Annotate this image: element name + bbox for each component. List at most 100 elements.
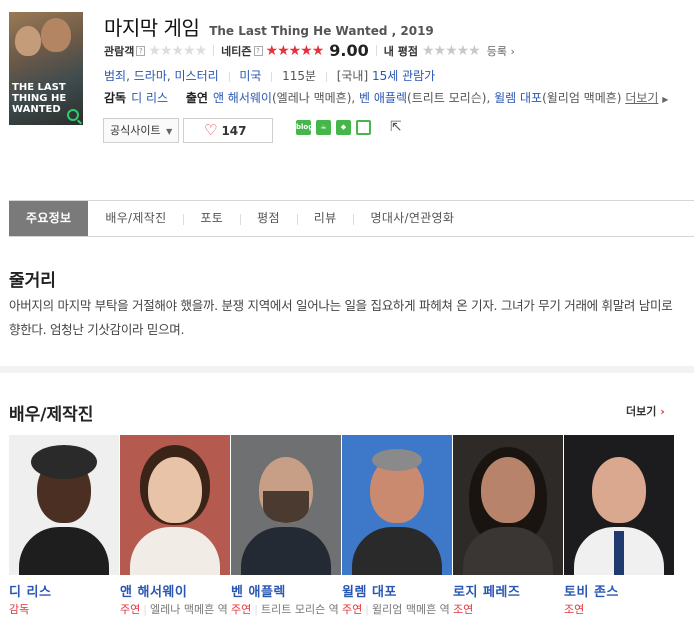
me-share-icon[interactable] — [356, 120, 371, 135]
person-beard — [263, 491, 309, 523]
netizen-rating-label: 네티즌 — [221, 44, 252, 58]
cast-link[interactable]: 앤 해서웨이 — [213, 91, 272, 105]
poster-figure — [15, 26, 41, 56]
person-name[interactable]: 디 리스 — [9, 581, 119, 600]
credits-more-label: 더보기 — [625, 91, 659, 105]
tab-reviews[interactable]: 리뷰 — [296, 201, 354, 236]
tab-main-info[interactable]: 주요정보 — [9, 201, 89, 236]
cast-more-label: 더보기 — [626, 405, 657, 418]
cast-more-link[interactable]: 더보기 › — [626, 403, 665, 419]
zoom-search-icon[interactable] — [67, 109, 79, 121]
tab-cast-crew[interactable]: 배우/제작진 — [88, 201, 183, 236]
person-photo[interactable] — [453, 435, 563, 575]
genre-link[interactable]: 미스터리 — [175, 69, 219, 83]
netizen-stars: ★★★★★ — [265, 42, 325, 59]
register-label: 등록 — [486, 44, 507, 58]
help-icon[interactable]: ? — [253, 45, 263, 56]
chevron-right-icon: › — [660, 405, 665, 418]
synopsis-text: 아버지의 마지막 부탁을 거절해야 했을까. 분쟁 지역에서 일어나는 일을 집… — [9, 298, 673, 337]
genre-link[interactable]: 범죄 — [104, 69, 126, 83]
person-head — [148, 457, 202, 523]
person-card[interactable]: 앤 해서웨이 주연 | 엘레나 맥메흔 역 — [120, 435, 230, 620]
person-name[interactable]: 토비 존스 — [564, 581, 674, 600]
netizen-score: 9.00 — [329, 41, 369, 60]
tab-photos[interactable]: 포토 — [183, 201, 240, 236]
my-rating-stars[interactable]: ★★★★★ — [422, 43, 481, 59]
person-photo[interactable] — [120, 435, 230, 575]
divider — [228, 71, 230, 82]
my-rating-label: 내 평점 — [383, 44, 418, 58]
movie-poster[interactable]: THE LAST THING HE WANTED — [9, 12, 83, 125]
person-photo[interactable] — [231, 435, 341, 575]
role-type: 조연 — [453, 603, 474, 616]
caret-down-icon: ▼ — [166, 127, 173, 136]
divider — [213, 45, 215, 56]
person-body — [19, 527, 109, 575]
share-out-icon[interactable]: ⇱ — [390, 119, 402, 135]
person-body — [463, 527, 553, 575]
tab-ratings[interactable]: 평점 — [240, 201, 297, 236]
chevron-right-icon: ▶ — [662, 95, 669, 104]
divider — [325, 71, 327, 82]
director-label: 감독 — [104, 91, 127, 105]
person-name[interactable]: 윌렘 대포 — [342, 581, 452, 600]
movie-title-english-year: The Last Thing He Wanted , 2019 — [209, 24, 434, 38]
person-name[interactable]: 로지 페레즈 — [453, 581, 563, 600]
cast-crew-heading: 배우/제작진 — [9, 405, 94, 425]
character-name: 윌리엄 맥메흔 역 — [371, 603, 450, 616]
help-icon[interactable]: ? — [136, 45, 146, 56]
role-type: 주연 — [342, 603, 363, 616]
person-card[interactable]: 벤 애플렉 주연 | 트리트 모리슨 역 — [231, 435, 341, 620]
cast-grid: 디 리스 감독 앤 해서웨이 주연 | 엘레나 맥메흔 역 벤 애플렉 주연 | 트리트… — [9, 435, 674, 620]
role-type: 감독 — [9, 603, 30, 616]
person-role: 주연 | 윌리엄 맥메흔 역 — [342, 603, 450, 616]
director-link[interactable]: 디 리스 — [131, 91, 168, 105]
official-site-button[interactable]: 공식사이트 ▼ — [103, 118, 179, 143]
cast-link[interactable]: 벤 애플렉 — [359, 91, 407, 105]
ratings-row: 관람객 ? ★★★★★ 네티즌 ? ★★★★★ 9.00 내 평점 ★★★★★ … — [104, 41, 515, 60]
cast-role: (윌리엄 맥메흔) — [542, 91, 622, 105]
person-card[interactable]: 토비 존스 조연 — [564, 435, 674, 620]
character-name: 트리트 모리슨 역 — [260, 603, 339, 616]
person-role: 주연 | 트리트 모리슨 역 — [231, 603, 339, 616]
person-card[interactable]: 윌렘 대포 주연 | 윌리엄 맥메흔 역 — [342, 435, 452, 620]
bookmark-share-icon[interactable]: ◆ — [336, 120, 351, 135]
like-button[interactable]: ♡ 147 — [183, 118, 273, 143]
person-photo[interactable] — [564, 435, 674, 575]
character-name: 엘레나 맥메흔 역 — [149, 603, 228, 616]
person-name[interactable]: 벤 애플렉 — [231, 581, 341, 600]
cast-role: (엘레나 맥메흔) — [271, 91, 352, 105]
poster-figure — [41, 18, 71, 52]
person-role: 조연 — [564, 600, 674, 620]
register-rating-link[interactable]: 등록 › — [487, 43, 515, 59]
synopsis-heading: 줄거리 — [9, 271, 56, 291]
person-card[interactable]: 로지 페레즈 조연 — [453, 435, 563, 620]
person-photo[interactable] — [342, 435, 452, 575]
share-icons: blog ☕ ◆ — [296, 120, 371, 135]
movie-info-row: 범죄, 드라마, 미스터리 미국 115분 [국내] 15세 관람가 — [104, 69, 436, 83]
person-head — [481, 457, 535, 523]
cast-label: 출연 — [185, 91, 208, 105]
person-body — [241, 527, 331, 575]
role-type: 주연 — [120, 603, 141, 616]
tab-quotes-related[interactable]: 명대사/연관영화 — [353, 201, 471, 236]
person-photo[interactable] — [9, 435, 119, 575]
genre-link[interactable]: 드라마 — [134, 69, 167, 83]
rating-prefix: [국내] — [336, 69, 369, 83]
person-name[interactable]: 앤 해서웨이 — [120, 581, 230, 600]
cafe-share-icon[interactable]: ☕ — [316, 120, 331, 135]
section-divider — [0, 366, 694, 373]
credits-more-link[interactable]: 더보기 — [625, 91, 658, 105]
person-tie — [614, 531, 624, 575]
cast-role: (트리트 모리슨) — [407, 91, 487, 105]
person-body — [352, 527, 442, 575]
country-link[interactable]: 미국 — [239, 69, 261, 83]
person-card[interactable]: 디 리스 감독 — [9, 435, 119, 620]
age-rating-link[interactable]: 15세 관람가 — [372, 69, 435, 83]
credits-row: 감독 디 리스 출연 앤 해서웨이(엘레나 맥메흔), 벤 애플렉(트리트 모리슨)… — [104, 91, 669, 105]
movie-tabs: 주요정보 배우/제작진 포토 평점 리뷰 명대사/연관영화 — [9, 200, 694, 237]
blog-share-icon[interactable]: blog — [296, 120, 313, 135]
cast-link[interactable]: 윌렘 대포 — [494, 91, 542, 105]
heart-icon: ♡ — [204, 121, 218, 139]
person-head — [592, 457, 646, 523]
